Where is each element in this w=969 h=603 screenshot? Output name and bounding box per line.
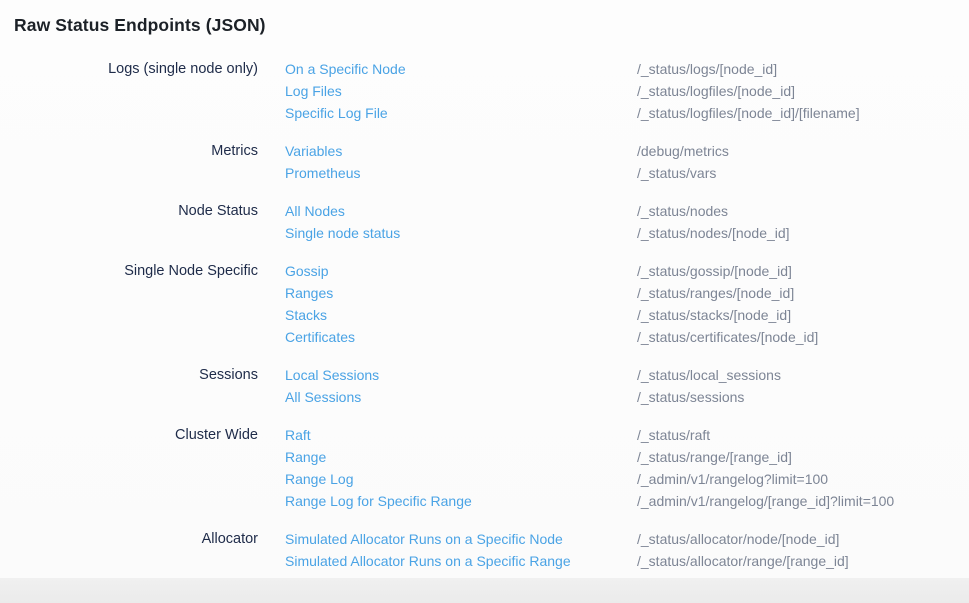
section-category: Allocator	[0, 528, 258, 550]
endpoint-url: /_status/range/[range_id]	[637, 446, 969, 468]
endpoint-url: /debug/metrics	[637, 140, 969, 162]
section-urls: /_status/allocator/node/[node_id] /_stat…	[637, 528, 969, 572]
page-footer-strip	[0, 578, 969, 603]
endpoint-url: /_status/ranges/[node_id]	[637, 282, 969, 304]
section-metrics: Metrics Variables Prometheus /debug/metr…	[0, 140, 969, 184]
link-variables[interactable]: Variables	[285, 140, 637, 162]
endpoint-url: /_status/raft	[637, 424, 969, 446]
endpoint-url: /_status/stacks/[node_id]	[637, 304, 969, 326]
section-urls: /_status/nodes /_status/nodes/[node_id]	[637, 200, 969, 244]
section-urls: /_status/local_sessions /_status/session…	[637, 364, 969, 408]
endpoint-url: /_status/sessions	[637, 386, 969, 408]
endpoint-url: /_admin/v1/rangelog/[range_id]?limit=100	[637, 490, 969, 512]
section-sessions: Sessions Local Sessions All Sessions /_s…	[0, 364, 969, 408]
link-on-a-specific-node[interactable]: On a Specific Node	[285, 58, 637, 80]
link-ranges[interactable]: Ranges	[285, 282, 637, 304]
debug-endpoints-page: Raw Status Endpoints (JSON) Logs (single…	[0, 0, 969, 603]
section-urls: /_status/gossip/[node_id] /_status/range…	[637, 260, 969, 348]
section-links: Variables Prometheus	[285, 140, 637, 184]
section-urls: /debug/metrics /_status/vars	[637, 140, 969, 184]
section-links: Local Sessions All Sessions	[285, 364, 637, 408]
link-specific-log-file[interactable]: Specific Log File	[285, 102, 637, 124]
section-logs: Logs (single node only) On a Specific No…	[0, 58, 969, 124]
link-single-node-status[interactable]: Single node status	[285, 222, 637, 244]
section-category: Node Status	[0, 200, 258, 222]
section-links: Simulated Allocator Runs on a Specific N…	[285, 528, 637, 572]
link-range-log-for-specific-range[interactable]: Range Log for Specific Range	[285, 490, 637, 512]
endpoint-sections: Logs (single node only) On a Specific No…	[0, 58, 969, 572]
endpoint-url: /_status/allocator/node/[node_id]	[637, 528, 969, 550]
section-cluster-wide: Cluster Wide Raft Range Range Log Range …	[0, 424, 969, 512]
link-simulated-allocator-runs-on-a-specific-node[interactable]: Simulated Allocator Runs on a Specific N…	[285, 528, 637, 550]
link-certificates[interactable]: Certificates	[285, 326, 637, 348]
link-all-nodes[interactable]: All Nodes	[285, 200, 637, 222]
link-simulated-allocator-runs-on-a-specific-range[interactable]: Simulated Allocator Runs on a Specific R…	[285, 550, 637, 572]
endpoint-url: /_status/nodes/[node_id]	[637, 222, 969, 244]
endpoint-url: /_status/vars	[637, 162, 969, 184]
link-all-sessions[interactable]: All Sessions	[285, 386, 637, 408]
section-urls: /_status/raft /_status/range/[range_id] …	[637, 424, 969, 512]
link-local-sessions[interactable]: Local Sessions	[285, 364, 637, 386]
link-range[interactable]: Range	[285, 446, 637, 468]
endpoint-url: /_admin/v1/rangelog?limit=100	[637, 468, 969, 490]
endpoint-url: /_status/logs/[node_id]	[637, 58, 969, 80]
link-raft[interactable]: Raft	[285, 424, 637, 446]
endpoint-url: /_status/gossip/[node_id]	[637, 260, 969, 282]
section-category: Metrics	[0, 140, 258, 162]
endpoint-url: /_status/logfiles/[node_id]	[637, 80, 969, 102]
page-content: Raw Status Endpoints (JSON) Logs (single…	[0, 0, 969, 578]
link-prometheus[interactable]: Prometheus	[285, 162, 637, 184]
link-stacks[interactable]: Stacks	[285, 304, 637, 326]
section-allocator: Allocator Simulated Allocator Runs on a …	[0, 528, 969, 572]
section-urls: /_status/logs/[node_id] /_status/logfile…	[637, 58, 969, 124]
section-links: All Nodes Single node status	[285, 200, 637, 244]
endpoint-url: /_status/allocator/range/[range_id]	[637, 550, 969, 572]
endpoint-url: /_status/nodes	[637, 200, 969, 222]
link-gossip[interactable]: Gossip	[285, 260, 637, 282]
link-log-files[interactable]: Log Files	[285, 80, 637, 102]
section-node-status: Node Status All Nodes Single node status…	[0, 200, 969, 244]
section-links: On a Specific Node Log Files Specific Lo…	[285, 58, 637, 124]
endpoint-url: /_status/local_sessions	[637, 364, 969, 386]
link-range-log[interactable]: Range Log	[285, 468, 637, 490]
section-category: Single Node Specific	[0, 260, 258, 282]
section-category: Cluster Wide	[0, 424, 258, 446]
endpoint-url: /_status/certificates/[node_id]	[637, 326, 969, 348]
page-title: Raw Status Endpoints (JSON)	[0, 0, 969, 37]
section-single-node-specific: Single Node Specific Gossip Ranges Stack…	[0, 260, 969, 348]
section-category: Sessions	[0, 364, 258, 386]
section-links: Gossip Ranges Stacks Certificates	[285, 260, 637, 348]
endpoint-url: /_status/logfiles/[node_id]/[filename]	[637, 102, 969, 124]
section-links: Raft Range Range Log Range Log for Speci…	[285, 424, 637, 512]
section-category: Logs (single node only)	[0, 58, 258, 80]
